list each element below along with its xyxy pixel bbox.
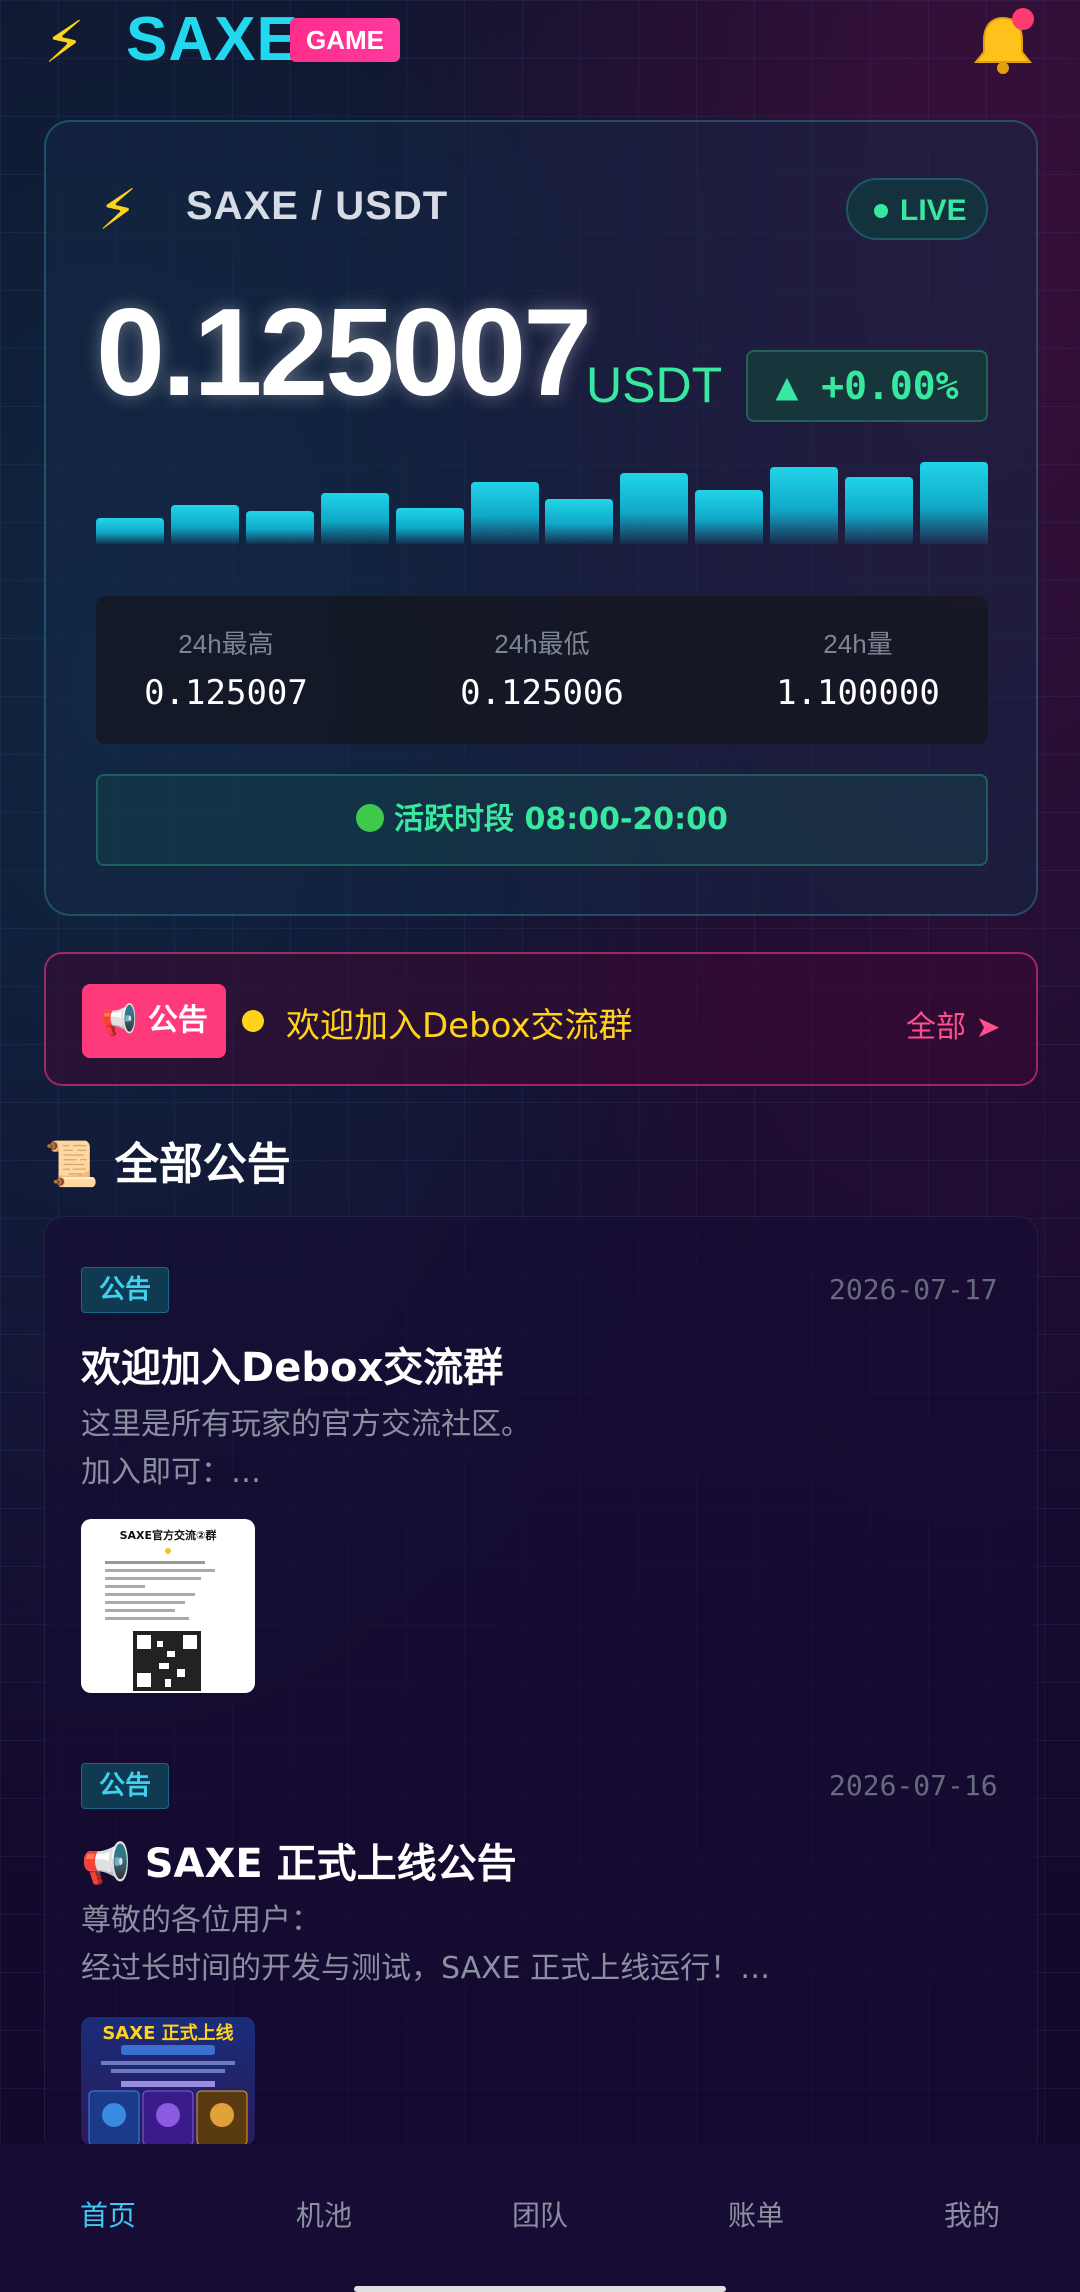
stat-24h-high: 24h最高 0.125007 (106, 624, 346, 713)
thumbnail-image (88, 2045, 248, 2145)
stat-24h-low: 24h最低 0.125006 (422, 624, 662, 713)
ticker-message[interactable]: 欢迎加入Debox交流群 (286, 998, 633, 1047)
section-title-text: 全部公告 (114, 1139, 291, 1190)
price-bar (470, 482, 539, 544)
scroll-icon: 📜 (44, 1139, 99, 1190)
nav-profile[interactable]: 我的 (864, 2194, 1080, 2234)
announcement-tag: 公告 (81, 1267, 169, 1313)
body-line: 经过长时间的开发与测试，SAXE 正式上线运行！… (81, 1951, 771, 1986)
market-card: ⚡ SAXE / USDT LIVE 0.125007 USDT ▲ +0.00… (44, 120, 1038, 916)
active-hours-bar: 活跃时段 08:00-20:00 (96, 774, 988, 866)
ticker-dot-icon (242, 1010, 264, 1032)
live-dot-icon (874, 204, 888, 218)
top-header: ⚡ SAXE GAME (0, 0, 1080, 86)
lightning-bolt-icon: ⚡ (98, 178, 138, 243)
announcement-date: 2026-07-16 (829, 1769, 998, 1802)
price-bar (320, 493, 389, 544)
stat-value: 0.125006 (460, 673, 624, 713)
announcement-list: 公告 2026-07-17 欢迎加入Debox交流群 这里是所有玩家的官方交流社… (44, 1216, 1038, 2156)
price-bar (845, 477, 914, 544)
announcement-ticker[interactable]: 📢 公告 欢迎加入Debox交流群 全部 ➤ (44, 952, 1038, 1086)
brand-name: SAXE (126, 5, 299, 74)
announcement-body: 尊敬的各位用户： 经过长时间的开发与测试，SAXE 正式上线运行！… (81, 1897, 770, 1993)
live-label: LIVE (900, 194, 967, 227)
stat-24h-volume: 24h量 1.100000 (738, 624, 978, 713)
price-bar (245, 511, 314, 544)
announcement-tag: 公告 (81, 1763, 169, 1809)
announcement-date: 2026-07-17 (829, 1273, 998, 1306)
price-bar (170, 505, 239, 544)
game-badge: GAME (290, 18, 400, 62)
stat-label: 24h量 (823, 629, 893, 659)
home-indicator (354, 2286, 726, 2292)
price-bar (96, 518, 164, 544)
price-bar (545, 499, 614, 544)
current-price: 0.125007 (96, 284, 592, 422)
price-bar (620, 473, 689, 544)
nav-bills[interactable]: 账单 (648, 2194, 864, 2234)
price-bar (920, 462, 988, 544)
notification-dot (1012, 8, 1034, 30)
body-line: 加入即可：… (81, 1455, 261, 1490)
announcement-body: 这里是所有玩家的官方交流社区。 加入即可：… (81, 1401, 531, 1497)
green-circle-icon (356, 803, 385, 832)
announcement-tag: 📢 公告 (82, 984, 226, 1058)
lightning-bolt-icon: ⚡ (44, 8, 85, 76)
stat-label: 24h最高 (178, 629, 274, 659)
price-bar (695, 490, 764, 544)
bottom-nav: 首页 机池 团队 账单 我的 (0, 2144, 1080, 2292)
stat-value: 1.100000 (776, 673, 940, 713)
price-bar (770, 467, 839, 544)
thumbnail-image (105, 1548, 215, 1691)
announcement-title[interactable]: 欢迎加入Debox交流群 (81, 1335, 503, 1393)
live-status-badge: LIVE (846, 178, 988, 240)
stat-value: 0.125007 (144, 673, 308, 713)
price-unit: USDT (586, 357, 723, 413)
view-all-link[interactable]: 全部 ➤ (906, 1002, 1001, 1046)
announcement-thumbnail[interactable]: SAXE官方交流②群 (81, 1519, 255, 1693)
nav-mining-pool[interactable]: 机池 (216, 2194, 432, 2234)
stat-label: 24h最低 (494, 629, 590, 659)
trading-pair: SAXE / USDT (186, 184, 449, 228)
announcement-title[interactable]: 📢 SAXE 正式上线公告 (81, 1831, 517, 1889)
body-line: 这里是所有玩家的官方交流社区。 (81, 1407, 531, 1442)
price-bar (395, 508, 464, 544)
section-title: 📜 全部公告 (44, 1128, 291, 1192)
stats-panel: 24h最高 0.125007 24h最低 0.125006 24h量 1.100… (96, 596, 988, 744)
body-line: 尊敬的各位用户： (81, 1903, 321, 1938)
price-bar-chart (96, 462, 988, 544)
active-hours-text: 活跃时段 08:00-20:00 (394, 802, 728, 837)
price-change-badge: ▲ +0.00% (746, 350, 988, 422)
nav-home[interactable]: 首页 (0, 2194, 216, 2234)
nav-team[interactable]: 团队 (432, 2194, 648, 2234)
announcement-thumbnail[interactable]: SAXE 正式上线 (81, 2017, 255, 2145)
